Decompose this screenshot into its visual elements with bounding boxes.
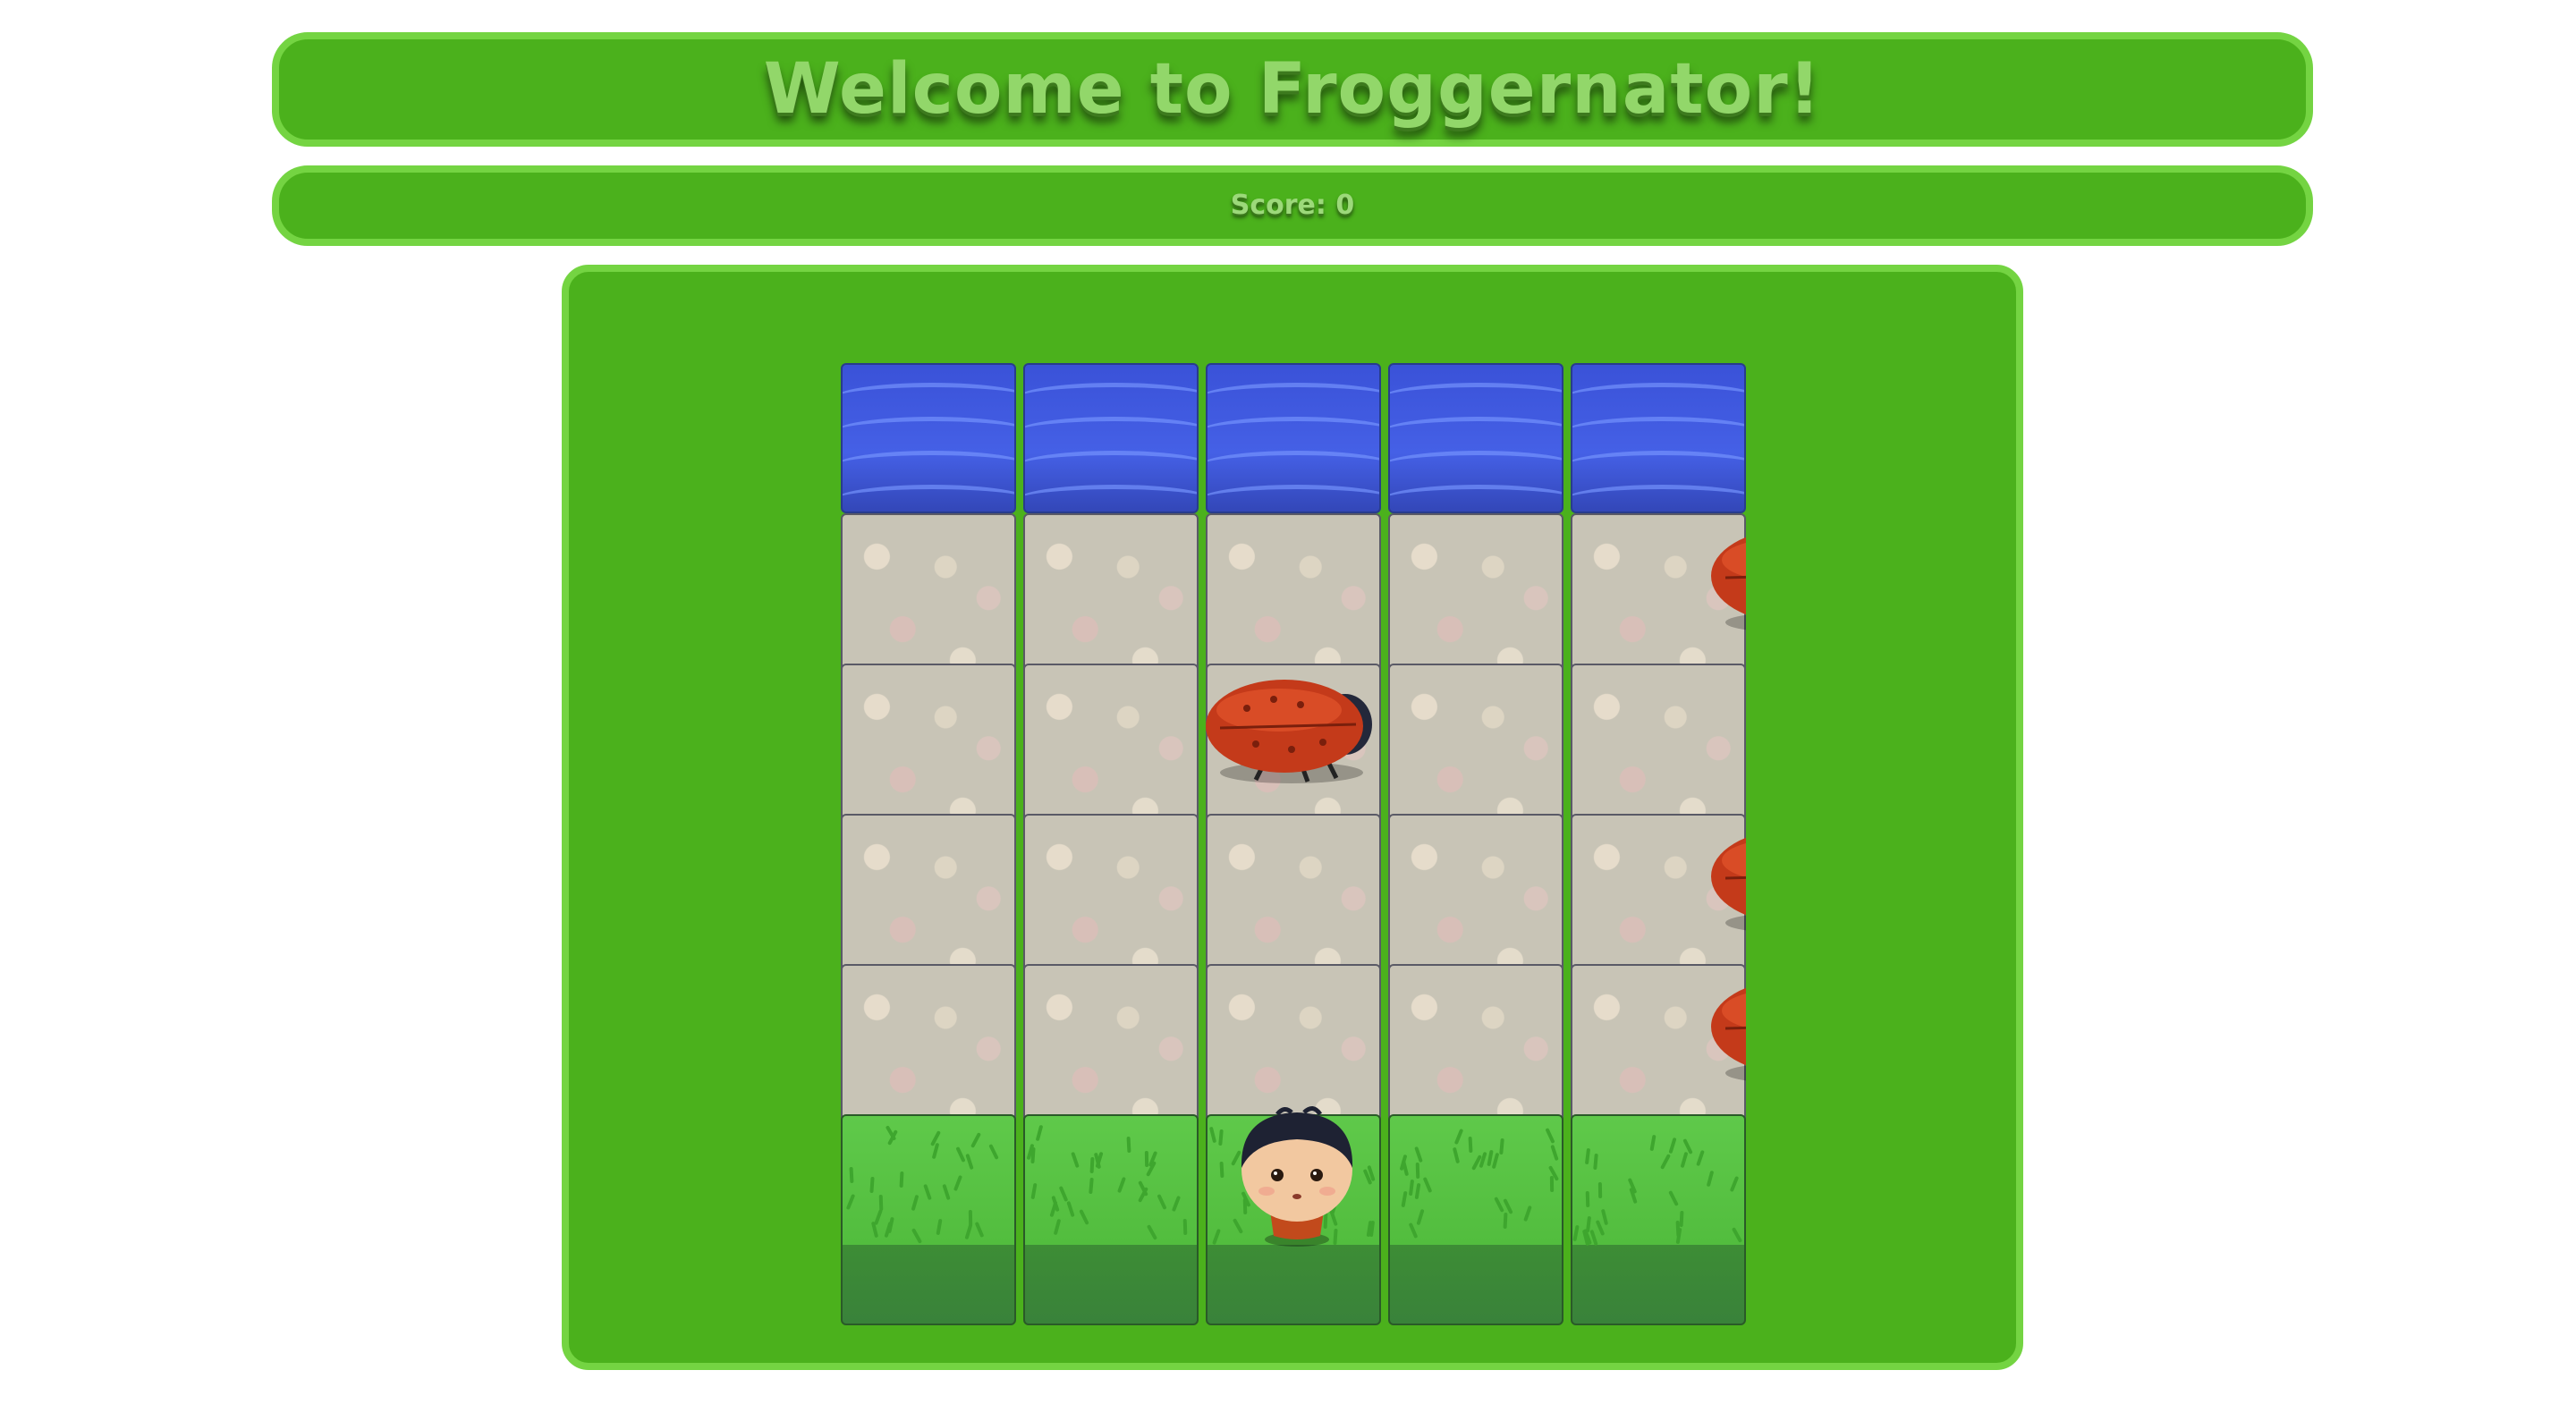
water-tile xyxy=(1571,363,1746,513)
ladybug-enemy-icon xyxy=(1711,837,1746,931)
page-title: Welcome to Froggernator! xyxy=(763,49,1822,130)
grass-tile xyxy=(1388,1114,1563,1325)
score-banner: Score: 0 xyxy=(272,165,2313,246)
grass-tile xyxy=(1023,1114,1199,1325)
water-tile xyxy=(1023,363,1199,513)
score-display: Score: 0 xyxy=(1230,190,1355,221)
title-banner: Welcome to Froggernator! xyxy=(272,32,2313,147)
water-tile xyxy=(841,363,1016,513)
game-board[interactable] xyxy=(841,363,1746,1325)
boy-player-icon xyxy=(1241,1106,1353,1247)
ladybug-enemy-icon xyxy=(1711,537,1746,630)
ladybug-enemy-icon xyxy=(1711,987,1746,1081)
ladybug-enemy-icon xyxy=(1205,680,1372,783)
grass-tile xyxy=(1571,1114,1746,1325)
water-tile xyxy=(1388,363,1563,513)
water-tile xyxy=(1206,363,1381,513)
grass-tile xyxy=(841,1114,1016,1325)
